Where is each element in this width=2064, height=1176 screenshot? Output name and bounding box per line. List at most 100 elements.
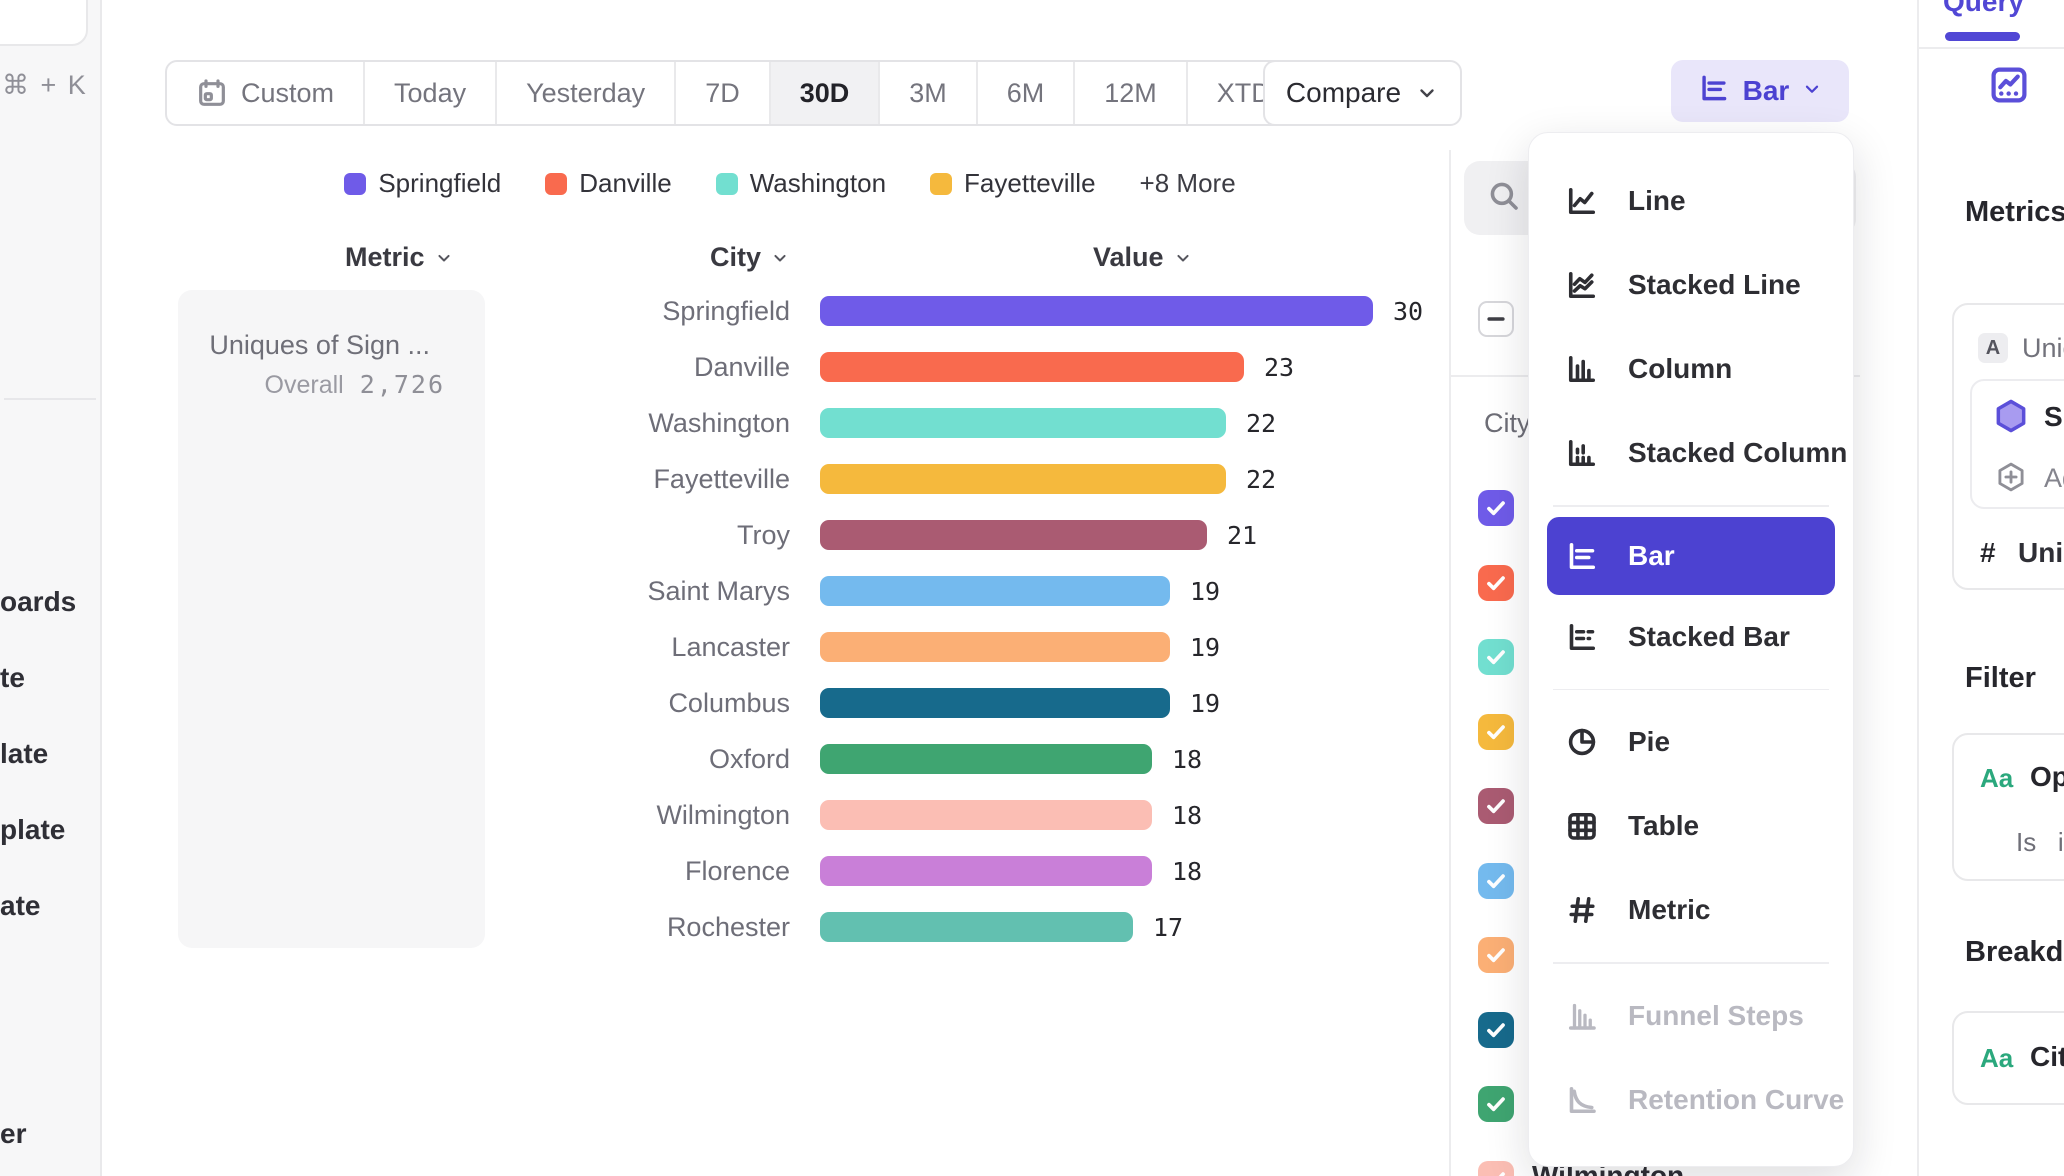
menu-item-metric[interactable]: Metric [1529,868,1853,952]
date-range-label: 7D [705,78,740,109]
menu-item-label: Stacked Bar [1628,621,1790,653]
bar-chart-icon [1697,71,1731,112]
series-checkbox[interactable] [1478,937,1514,973]
stacked-column-chart-icon [1562,435,1602,471]
menu-item-pie[interactable]: Pie [1529,700,1853,784]
menu-item-stacked-column[interactable]: Stacked Column [1529,411,1853,495]
breakdown-card[interactable]: Aa City [1952,1011,2064,1105]
series-checkbox[interactable] [1478,863,1514,899]
select-all-checkbox[interactable] [1478,301,1514,337]
column-header-city[interactable]: City [650,242,790,273]
filter-heading: Filter [1965,662,2036,695]
filter-field[interactable]: Ope [2030,761,2064,793]
menu-item-line[interactable]: Line [1529,159,1853,243]
table-row: Columbus19 [430,675,1440,731]
bar-lancaster[interactable] [820,632,1170,662]
legend-item-springfield[interactable]: Springfield [344,168,501,199]
bar-chart-icon [1562,538,1602,574]
chart-type-menu: LineStacked LineColumnStacked Column Bar S… [1528,132,1854,1167]
menu-item-stacked-line[interactable]: Stacked Line [1529,243,1853,327]
legend-item-danville[interactable]: Danville [545,168,672,199]
bar-springfield[interactable] [820,296,1373,326]
bar-row-label: Saint Marys [430,576,790,607]
date-range-6m[interactable]: 6M [976,62,1074,124]
bar-troy[interactable] [820,520,1207,550]
menu-item-label: Table [1628,810,1699,842]
bar-value: 19 [1190,689,1220,718]
date-range-3m[interactable]: 3M [878,62,976,124]
series-checkbox[interactable] [1478,714,1514,750]
series-checkbox[interactable] [1478,1161,1514,1176]
table-row: Saint Marys19 [430,563,1440,619]
date-range-30d[interactable]: 30D [769,62,879,124]
table-row: Washington22 [430,395,1440,451]
date-range-12m[interactable]: 12M [1073,62,1186,124]
menu-item-table[interactable]: Table [1529,784,1853,868]
table-row: Florence18 [430,843,1440,899]
value-header-label: Value [1093,242,1164,273]
column-chart-icon [1562,351,1602,387]
bar-row-label: Rochester [430,912,790,943]
filter-condition[interactable]: Is i [2016,827,2064,858]
column-header-value[interactable]: Value [1093,242,1193,273]
sidebar-nav-item[interactable]: late [0,738,48,770]
tab-query[interactable]: Query [1943,0,2024,18]
legend-label: Springfield [378,168,501,199]
legend-swatch [344,173,366,195]
date-range-yesterday[interactable]: Yesterday [495,62,674,124]
breakdown-heading: Breakdo [1965,936,2064,969]
series-checkbox[interactable] [1478,639,1514,675]
bar-florence[interactable] [820,856,1152,886]
aggregation-label[interactable]: Uniqu [2018,537,2064,569]
bar-fayetteville[interactable] [820,464,1226,494]
left-sidebar: ⌘ + K oardstelateplateateer [0,0,102,1176]
menu-item-stacked-bar[interactable]: Stacked Bar [1529,595,1853,679]
menu-item-label: Pie [1628,726,1670,758]
bar-row-label: Washington [430,408,790,439]
insights-chart-icon[interactable] [1988,64,2030,111]
sidebar-nav-item[interactable]: te [0,662,25,694]
legend-item-washington[interactable]: Washington [716,168,886,199]
sidebar-search-box[interactable] [0,0,88,46]
retention-curve-icon [1562,1082,1602,1118]
series-checkbox[interactable] [1478,565,1514,601]
bar-value: 17 [1153,913,1183,942]
bar-wilmington[interactable] [820,800,1152,830]
menu-item-column[interactable]: Column [1529,327,1853,411]
series-checkbox[interactable] [1478,490,1514,526]
column-header-metric[interactable]: Metric [345,242,454,273]
date-range-label: Yesterday [526,78,645,109]
bar-rochester[interactable] [820,912,1133,942]
sidebar-nav-item[interactable]: ate [0,890,40,922]
bar-danville[interactable] [820,352,1244,382]
bar-columbus[interactable] [820,688,1170,718]
bar-oxford[interactable] [820,744,1152,774]
bar-saint-marys[interactable] [820,576,1170,606]
metric-name[interactable]: Unic [2022,333,2064,364]
filter-card[interactable]: Aa Ope Is i [1952,733,2064,881]
event-card[interactable]: Sig Ad [1970,379,2064,509]
menu-item-bar[interactable]: Bar [1547,517,1835,595]
series-checkbox[interactable] [1478,788,1514,824]
query-sidebar: Query Metrics A Unic Sig Ad # Uniqu Filt… [1917,0,2064,1176]
sidebar-nav-item[interactable]: plate [0,814,65,846]
date-range-today[interactable]: Today [363,62,495,124]
bar-value: 22 [1246,465,1276,494]
series-checkbox[interactable] [1478,1086,1514,1122]
compare-button[interactable]: Compare [1263,60,1462,126]
breakdown-field[interactable]: City [2030,1041,2064,1073]
event-name[interactable]: Sig [2044,401,2064,433]
menu-divider [1553,962,1829,964]
metric-title: Uniques of Sign ... [209,330,430,361]
legend-item-fayetteville[interactable]: Fayetteville [930,168,1096,199]
sidebar-nav-item[interactable]: er [0,1118,26,1150]
series-checkbox[interactable] [1478,1012,1514,1048]
date-range-7d[interactable]: 7D [674,62,769,124]
add-event[interactable]: Ad [2044,463,2064,494]
bar-washington[interactable] [820,408,1226,438]
funnel-steps-icon [1562,998,1602,1034]
date-range-custom[interactable]: Custom [167,62,363,124]
chart-type-button[interactable]: Bar [1671,60,1849,122]
legend-more-button[interactable]: +8 More [1140,168,1236,199]
sidebar-nav-item[interactable]: oards [0,586,76,618]
